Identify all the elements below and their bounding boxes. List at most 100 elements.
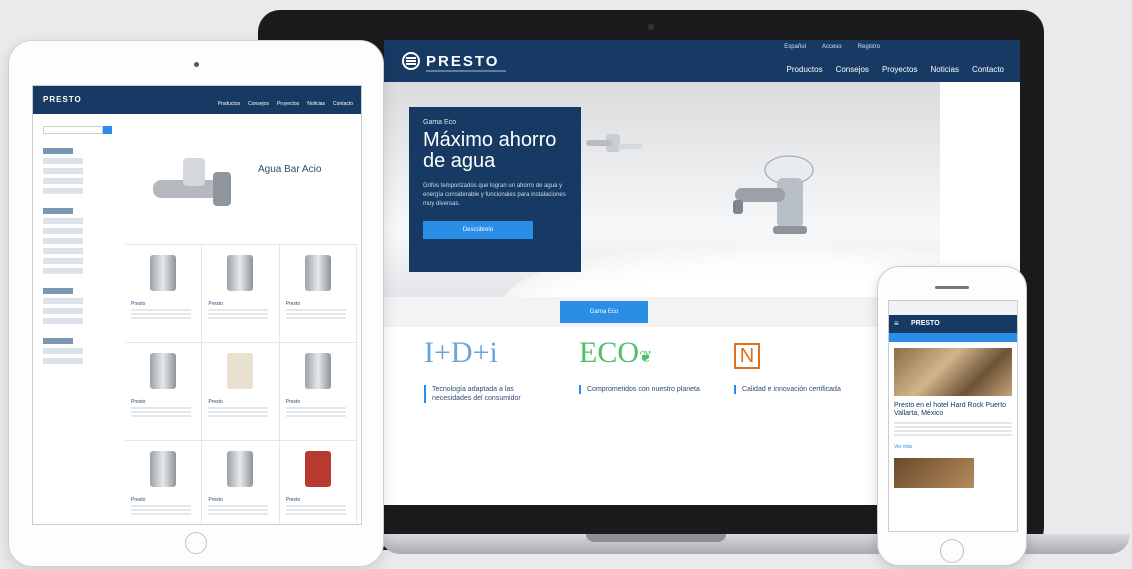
tablet-home-button[interactable] — [185, 532, 207, 554]
filter-item[interactable] — [43, 228, 83, 234]
nav-item-contacto[interactable]: Contacto — [972, 65, 1004, 74]
tablet-screen: PRESTO Productos Consejos Proyectos Noti… — [32, 85, 362, 525]
product-desc — [285, 309, 346, 319]
feature-idi: I+D+i Tecnología adaptada a las necesida… — [424, 335, 554, 411]
product-desc — [131, 505, 191, 515]
logo-tagline — [426, 70, 506, 72]
top-link[interactable]: Español — [784, 44, 806, 50]
tablet-nav-item[interactable]: Productos — [218, 101, 241, 107]
product-image — [304, 255, 331, 291]
filter-item[interactable] — [43, 308, 83, 314]
tablet-nav-item[interactable]: Contacto — [333, 101, 353, 107]
phone-frame: ≡ PRESTO Presto en el hotel Hard Rock Pu… — [877, 266, 1027, 566]
phone-home-button[interactable] — [940, 539, 964, 563]
product-desc — [208, 309, 269, 319]
nav-item-productos[interactable]: Productos — [787, 65, 823, 74]
product-card[interactable]: Presto — [279, 343, 357, 441]
filter-item[interactable] — [43, 178, 83, 184]
product-card[interactable]: Presto — [202, 343, 280, 441]
leaf-icon: ❦ — [639, 349, 653, 366]
filter-item[interactable] — [43, 168, 83, 174]
tablet-logo[interactable]: PRESTO — [43, 95, 82, 104]
top-link[interactable]: Registro — [858, 44, 880, 50]
article-title[interactable]: Presto en el hotel Hard Rock Puerto Vall… — [894, 402, 1012, 418]
laptop-camera — [648, 24, 654, 30]
main-nav: Productos Consejos Proyectos Noticias Co… — [787, 65, 1004, 74]
filter-item[interactable] — [43, 218, 83, 224]
product-card[interactable]: Presto — [202, 245, 280, 343]
article-image[interactable] — [894, 348, 1012, 396]
feature-title: Tecnología adaptada a las necesidades de… — [424, 385, 554, 403]
product-image — [227, 255, 254, 291]
search-icon[interactable] — [103, 126, 112, 134]
article-image-2[interactable] — [894, 458, 974, 488]
product-desc — [285, 407, 346, 417]
tablet-header: PRESTO Productos Consejos Proyectos Noti… — [33, 86, 361, 114]
product-image — [227, 353, 254, 389]
filter-item[interactable] — [43, 188, 83, 194]
product-card[interactable]: Presto — [125, 245, 203, 343]
product-name: Presto — [208, 399, 223, 405]
filter-item[interactable] — [43, 348, 83, 354]
product-image — [150, 255, 176, 291]
filter-item[interactable] — [43, 158, 83, 164]
idi-logo: I+D+i — [424, 336, 498, 369]
phone-url-bar[interactable] — [889, 301, 1017, 315]
filter-item[interactable] — [43, 268, 83, 274]
eco-logo-text: ECO — [579, 336, 639, 369]
feature-title: Comprometidos con nuestro planeta — [579, 385, 709, 394]
nav-item-noticias[interactable]: Noticias — [931, 65, 959, 74]
product-card[interactable]: Presto — [279, 245, 357, 343]
filter-heading — [43, 288, 73, 294]
featured-product-image — [153, 158, 231, 206]
article-text — [894, 422, 1012, 438]
phone-category-bar[interactable] — [889, 333, 1017, 342]
product-image — [304, 353, 331, 389]
tab-gama-eco[interactable]: Gama Eco — [560, 301, 648, 323]
tablet-nav: Productos Consejos Proyectos Noticias Co… — [218, 101, 353, 107]
featured-product[interactable]: Agua Bar Acio — [128, 144, 353, 236]
product-desc — [131, 309, 191, 319]
hamburger-icon[interactable]: ≡ — [894, 320, 902, 328]
tablet-search-input[interactable] — [43, 126, 112, 134]
product-card[interactable]: Presto — [125, 441, 203, 524]
promo-kicker: Gama Eco — [423, 119, 457, 126]
nav-item-proyectos[interactable]: Proyectos — [882, 65, 918, 74]
phone-speaker — [935, 286, 969, 289]
top-links: Español Acceso Registro — [784, 44, 880, 50]
nav-item-consejos[interactable]: Consejos — [836, 65, 869, 74]
filter-item[interactable] — [43, 238, 83, 244]
product-desc — [208, 407, 269, 417]
filter-item[interactable] — [43, 248, 83, 254]
filter-item[interactable] — [43, 318, 83, 324]
feature-quality: N Calidad e innovación certificada — [734, 335, 864, 402]
phone-screen: ≡ PRESTO Presto en el hotel Hard Rock Pu… — [888, 300, 1018, 532]
product-desc — [285, 505, 346, 515]
filter-item[interactable] — [43, 258, 83, 264]
faucet-image — [733, 155, 814, 234]
phone-header: ≡ PRESTO — [889, 315, 1017, 333]
top-link[interactable]: Acceso — [822, 44, 842, 50]
site-logo[interactable]: PRESTO — [402, 52, 499, 70]
product-name: Presto — [131, 497, 146, 503]
product-name: Presto — [131, 301, 146, 307]
filter-item[interactable] — [43, 298, 83, 304]
filter-heading — [43, 208, 73, 214]
product-card[interactable]: Presto — [280, 441, 357, 524]
product-card[interactable]: Presto — [125, 343, 203, 441]
article-link[interactable]: Ver más — [894, 444, 1012, 450]
tablet-nav-item[interactable]: Proyectos — [277, 101, 299, 107]
tablet-nav-item[interactable]: Noticias — [307, 101, 325, 107]
promo-button[interactable]: Descúbrelo — [423, 221, 533, 239]
eco-logo: ECO❦ — [579, 335, 709, 371]
presto-logo-icon — [402, 52, 420, 70]
filter-heading — [43, 148, 73, 154]
filter-item[interactable] — [43, 358, 83, 364]
product-desc — [131, 407, 191, 417]
tablet-nav-item[interactable]: Consejos — [248, 101, 269, 107]
tablet-sidebar — [43, 126, 113, 364]
tablet-camera — [194, 62, 199, 67]
product-card[interactable]: Presto — [202, 441, 280, 524]
promo-box: Gama Eco Máximo ahorro de agua Grifos te… — [409, 107, 581, 272]
phone-logo[interactable]: PRESTO — [911, 320, 940, 327]
